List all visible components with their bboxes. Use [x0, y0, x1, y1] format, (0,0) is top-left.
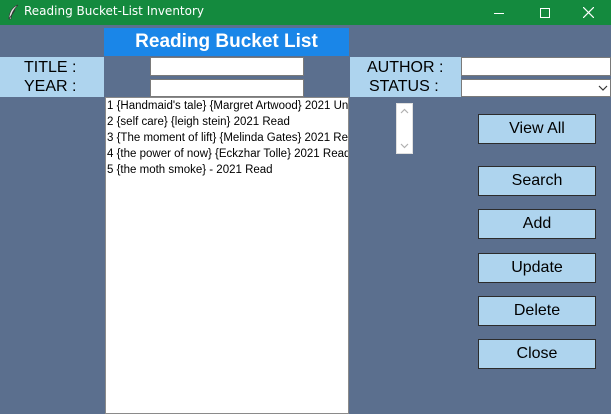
feather-icon: [8, 4, 19, 20]
author-input[interactable]: [461, 57, 611, 76]
scroll-down-icon[interactable]: [400, 143, 409, 149]
close-button[interactable]: Close: [478, 339, 596, 369]
list-item[interactable]: 1 {Handmaid's tale} {Margret Artwood} 20…: [106, 98, 348, 114]
page-title: Reading Bucket List: [104, 28, 349, 56]
scroll-up-icon[interactable]: [400, 108, 409, 114]
author-label: AUTHOR :: [367, 59, 444, 76]
maximize-icon: [540, 7, 550, 18]
book-listbox[interactable]: 1 {Handmaid's tale} {Margret Artwood} 20…: [105, 97, 349, 414]
close-window-button[interactable]: [565, 0, 611, 25]
delete-button[interactable]: Delete: [478, 296, 596, 326]
close-icon: [582, 7, 594, 18]
list-item[interactable]: 3 {The moment of lift} {Melinda Gates} 2…: [106, 130, 348, 146]
add-button[interactable]: Add: [478, 209, 596, 239]
minimize-icon: [494, 12, 504, 14]
list-item[interactable]: 5 {the moth smoke} - 2021 Read: [106, 162, 348, 178]
view-all-button[interactable]: View All: [478, 114, 596, 144]
status-dropdown[interactable]: [461, 79, 611, 97]
chevron-down-icon: [598, 85, 608, 91]
list-item[interactable]: 4 {the power of now} {Eckzhar Tolle} 202…: [106, 146, 348, 162]
title-label: TITLE :: [24, 59, 77, 76]
year-input[interactable]: [150, 79, 304, 97]
title-input[interactable]: [150, 57, 304, 76]
list-scrollbar[interactable]: [396, 103, 413, 154]
update-button[interactable]: Update: [478, 253, 596, 283]
minimize-button[interactable]: [476, 0, 522, 25]
title-bar: Reading Bucket-List Inventory: [0, 0, 611, 25]
status-label: STATUS :: [369, 78, 439, 95]
window-title: Reading Bucket-List Inventory: [24, 4, 205, 18]
maximize-button[interactable]: [522, 0, 568, 25]
year-label: YEAR :: [24, 78, 77, 95]
list-item[interactable]: 2 {self care} {leigh stein} 2021 Read: [106, 114, 348, 130]
search-button[interactable]: Search: [478, 166, 596, 196]
